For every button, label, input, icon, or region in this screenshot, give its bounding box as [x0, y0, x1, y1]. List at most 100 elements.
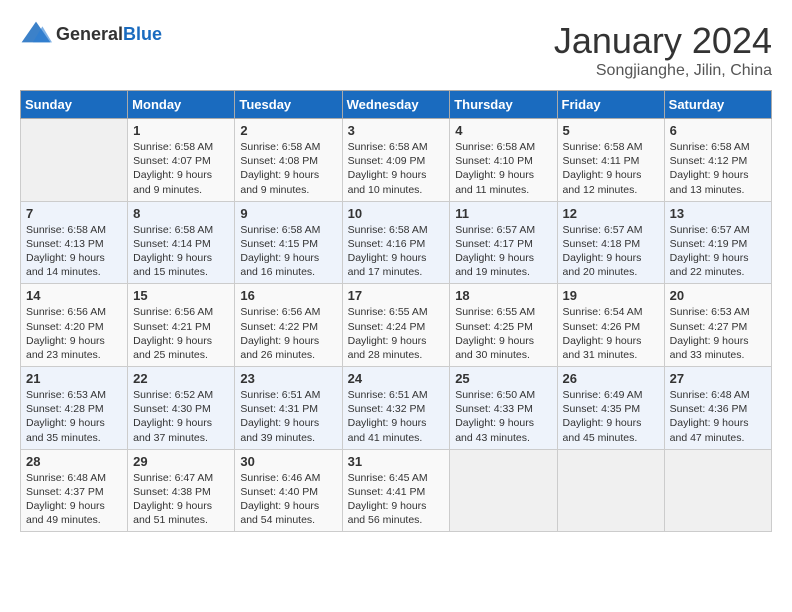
day-number: 3 — [348, 123, 445, 138]
sunrise-label: Sunrise: 6:58 AM — [670, 141, 750, 153]
calendar-week-row: 1 Sunrise: 6:58 AM Sunset: 4:07 PM Dayli… — [21, 119, 772, 202]
day-number: 13 — [670, 206, 766, 221]
day-number: 21 — [26, 371, 122, 386]
sunrise-label: Sunrise: 6:46 AM — [240, 472, 320, 484]
calendar-cell: 9 Sunrise: 6:58 AM Sunset: 4:15 PM Dayli… — [235, 201, 342, 284]
sunrise-label: Sunrise: 6:55 AM — [455, 306, 535, 318]
day-number: 10 — [348, 206, 445, 221]
sunrise-label: Sunrise: 6:58 AM — [240, 141, 320, 153]
sunrise-label: Sunrise: 6:58 AM — [563, 141, 643, 153]
calendar-week-row: 14 Sunrise: 6:56 AM Sunset: 4:20 PM Dayl… — [21, 284, 772, 367]
calendar-cell: 7 Sunrise: 6:58 AM Sunset: 4:13 PM Dayli… — [21, 201, 128, 284]
calendar-cell: 30 Sunrise: 6:46 AM Sunset: 4:40 PM Dayl… — [235, 449, 342, 532]
weekday-header-wednesday: Wednesday — [342, 91, 450, 119]
sunrise-label: Sunrise: 6:58 AM — [133, 141, 213, 153]
daylight-label: Daylight: 9 hours and 17 minutes. — [348, 252, 427, 278]
cell-content: Sunrise: 6:58 AM Sunset: 4:10 PM Dayligh… — [455, 140, 551, 197]
cell-content: Sunrise: 6:55 AM Sunset: 4:24 PM Dayligh… — [348, 305, 445, 362]
sunrise-label: Sunrise: 6:57 AM — [455, 224, 535, 236]
cell-content: Sunrise: 6:46 AM Sunset: 4:40 PM Dayligh… — [240, 471, 336, 528]
sunset-label: Sunset: 4:11 PM — [563, 155, 640, 167]
daylight-label: Daylight: 9 hours and 54 minutes. — [240, 500, 319, 526]
calendar-cell: 16 Sunrise: 6:56 AM Sunset: 4:22 PM Dayl… — [235, 284, 342, 367]
cell-content: Sunrise: 6:56 AM Sunset: 4:22 PM Dayligh… — [240, 305, 336, 362]
daylight-label: Daylight: 9 hours and 35 minutes. — [26, 417, 105, 443]
cell-content: Sunrise: 6:57 AM Sunset: 4:17 PM Dayligh… — [455, 223, 551, 280]
sunrise-label: Sunrise: 6:57 AM — [670, 224, 750, 236]
daylight-label: Daylight: 9 hours and 9 minutes. — [133, 169, 212, 195]
sunset-label: Sunset: 4:14 PM — [133, 238, 211, 250]
cell-content: Sunrise: 6:58 AM Sunset: 4:13 PM Dayligh… — [26, 223, 122, 280]
calendar-cell: 22 Sunrise: 6:52 AM Sunset: 4:30 PM Dayl… — [128, 367, 235, 450]
month-title: January 2024 — [554, 20, 772, 62]
day-number: 11 — [455, 206, 551, 221]
day-number: 28 — [26, 454, 122, 469]
day-number: 4 — [455, 123, 551, 138]
daylight-label: Daylight: 9 hours and 33 minutes. — [670, 335, 749, 361]
weekday-header-saturday: Saturday — [664, 91, 771, 119]
daylight-label: Daylight: 9 hours and 47 minutes. — [670, 417, 749, 443]
sunset-label: Sunset: 4:26 PM — [563, 321, 641, 333]
daylight-label: Daylight: 9 hours and 13 minutes. — [670, 169, 749, 195]
sunrise-label: Sunrise: 6:51 AM — [240, 389, 320, 401]
calendar-cell: 4 Sunrise: 6:58 AM Sunset: 4:10 PM Dayli… — [450, 119, 557, 202]
weekday-header-row: SundayMondayTuesdayWednesdayThursdayFrid… — [21, 91, 772, 119]
cell-content: Sunrise: 6:56 AM Sunset: 4:21 PM Dayligh… — [133, 305, 229, 362]
calendar-cell: 20 Sunrise: 6:53 AM Sunset: 4:27 PM Dayl… — [664, 284, 771, 367]
cell-content: Sunrise: 6:57 AM Sunset: 4:18 PM Dayligh… — [563, 223, 659, 280]
sunset-label: Sunset: 4:28 PM — [26, 403, 104, 415]
sunrise-label: Sunrise: 6:45 AM — [348, 472, 428, 484]
cell-content: Sunrise: 6:51 AM Sunset: 4:32 PM Dayligh… — [348, 388, 445, 445]
sunset-label: Sunset: 4:33 PM — [455, 403, 533, 415]
logo: GeneralBlue — [20, 20, 162, 48]
sunset-label: Sunset: 4:25 PM — [455, 321, 533, 333]
day-number: 9 — [240, 206, 336, 221]
sunset-label: Sunset: 4:40 PM — [240, 486, 318, 498]
cell-content: Sunrise: 6:45 AM Sunset: 4:41 PM Dayligh… — [348, 471, 445, 528]
weekday-header-friday: Friday — [557, 91, 664, 119]
daylight-label: Daylight: 9 hours and 45 minutes. — [563, 417, 642, 443]
sunrise-label: Sunrise: 6:58 AM — [26, 224, 106, 236]
sunset-label: Sunset: 4:24 PM — [348, 321, 426, 333]
daylight-label: Daylight: 9 hours and 39 minutes. — [240, 417, 319, 443]
cell-content: Sunrise: 6:57 AM Sunset: 4:19 PM Dayligh… — [670, 223, 766, 280]
daylight-label: Daylight: 9 hours and 31 minutes. — [563, 335, 642, 361]
calendar-cell: 31 Sunrise: 6:45 AM Sunset: 4:41 PM Dayl… — [342, 449, 450, 532]
calendar-cell: 12 Sunrise: 6:57 AM Sunset: 4:18 PM Dayl… — [557, 201, 664, 284]
sunrise-label: Sunrise: 6:58 AM — [133, 224, 213, 236]
sunset-label: Sunset: 4:22 PM — [240, 321, 318, 333]
cell-content: Sunrise: 6:55 AM Sunset: 4:25 PM Dayligh… — [455, 305, 551, 362]
cell-content: Sunrise: 6:51 AM Sunset: 4:31 PM Dayligh… — [240, 388, 336, 445]
location-subtitle: Songjianghe, Jilin, China — [554, 62, 772, 80]
day-number: 12 — [563, 206, 659, 221]
sunset-label: Sunset: 4:16 PM — [348, 238, 426, 250]
calendar-cell: 27 Sunrise: 6:48 AM Sunset: 4:36 PM Dayl… — [664, 367, 771, 450]
cell-content: Sunrise: 6:52 AM Sunset: 4:30 PM Dayligh… — [133, 388, 229, 445]
sunset-label: Sunset: 4:36 PM — [670, 403, 748, 415]
sunrise-label: Sunrise: 6:55 AM — [348, 306, 428, 318]
calendar-cell — [21, 119, 128, 202]
sunset-label: Sunset: 4:37 PM — [26, 486, 104, 498]
page-header: GeneralBlue January 2024 Songjianghe, Ji… — [20, 20, 772, 80]
calendar-cell: 25 Sunrise: 6:50 AM Sunset: 4:33 PM Dayl… — [450, 367, 557, 450]
daylight-label: Daylight: 9 hours and 23 minutes. — [26, 335, 105, 361]
sunset-label: Sunset: 4:13 PM — [26, 238, 104, 250]
daylight-label: Daylight: 9 hours and 20 minutes. — [563, 252, 642, 278]
day-number: 29 — [133, 454, 229, 469]
day-number: 16 — [240, 288, 336, 303]
day-number: 27 — [670, 371, 766, 386]
sunrise-label: Sunrise: 6:47 AM — [133, 472, 213, 484]
daylight-label: Daylight: 9 hours and 37 minutes. — [133, 417, 212, 443]
cell-content: Sunrise: 6:58 AM Sunset: 4:07 PM Dayligh… — [133, 140, 229, 197]
daylight-label: Daylight: 9 hours and 9 minutes. — [240, 169, 319, 195]
logo-blue: Blue — [123, 24, 162, 44]
sunset-label: Sunset: 4:10 PM — [455, 155, 533, 167]
cell-content: Sunrise: 6:48 AM Sunset: 4:37 PM Dayligh… — [26, 471, 122, 528]
calendar-cell: 21 Sunrise: 6:53 AM Sunset: 4:28 PM Dayl… — [21, 367, 128, 450]
daylight-label: Daylight: 9 hours and 49 minutes. — [26, 500, 105, 526]
calendar-cell: 26 Sunrise: 6:49 AM Sunset: 4:35 PM Dayl… — [557, 367, 664, 450]
sunset-label: Sunset: 4:08 PM — [240, 155, 318, 167]
sunset-label: Sunset: 4:17 PM — [455, 238, 533, 250]
cell-content: Sunrise: 6:58 AM Sunset: 4:11 PM Dayligh… — [563, 140, 659, 197]
cell-content: Sunrise: 6:54 AM Sunset: 4:26 PM Dayligh… — [563, 305, 659, 362]
